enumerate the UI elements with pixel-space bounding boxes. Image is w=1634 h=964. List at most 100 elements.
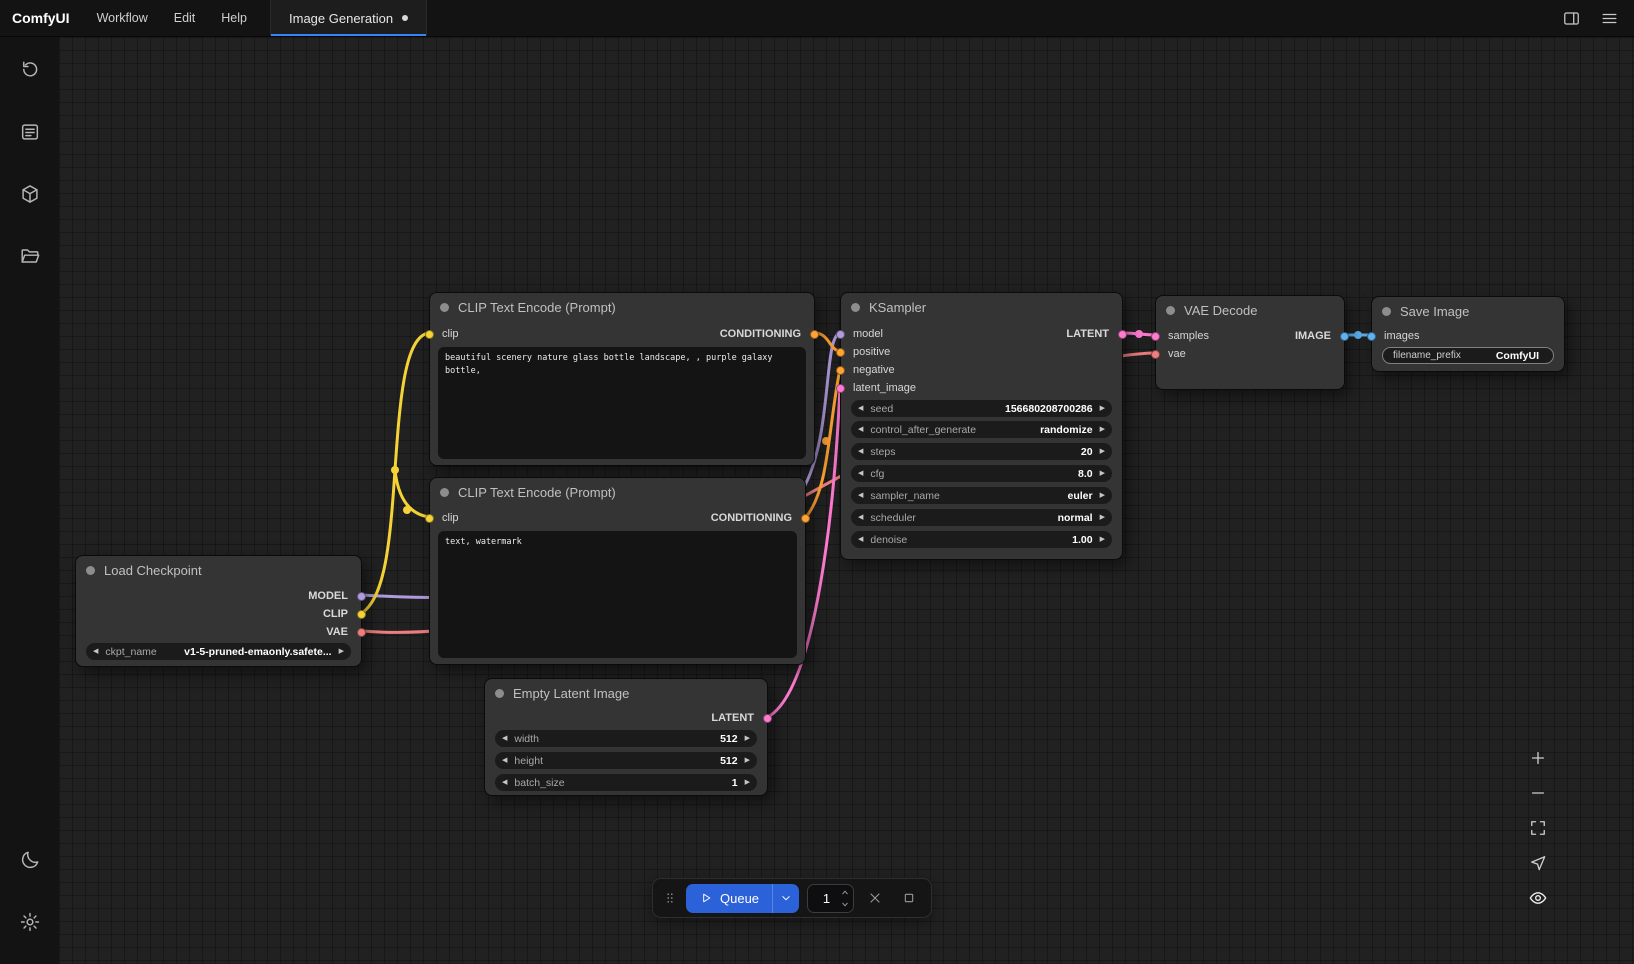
- node-title-bar[interactable]: Save Image: [1372, 297, 1564, 325]
- VAE-output-port[interactable]: [357, 628, 366, 637]
- clear-queue-button[interactable]: [862, 885, 888, 911]
- decrement-arrow-icon[interactable]: ◀: [858, 405, 863, 412]
- pan-mode-button[interactable]: [1523, 848, 1553, 878]
- model-library-button[interactable]: [12, 176, 48, 212]
- widget-sampler_name[interactable]: ◀sampler_nameeuler▶: [851, 487, 1112, 504]
- increment-arrow-icon[interactable]: ▶: [1100, 426, 1105, 433]
- link-clip-to-negative[interactable]: [395, 470, 429, 517]
- toggle-link-visibility-button[interactable]: [1523, 883, 1553, 913]
- link-midpoint-dot[interactable]: [403, 506, 411, 514]
- workflows-button[interactable]: [12, 238, 48, 274]
- widget-cfg[interactable]: ◀cfg8.0▶: [851, 465, 1112, 482]
- increment-icon[interactable]: [840, 888, 850, 897]
- node-title-bar[interactable]: CLIP Text Encode (Prompt): [430, 293, 814, 321]
- latent_image-input-port[interactable]: [836, 384, 845, 393]
- widget-steps[interactable]: ◀steps20▶: [851, 443, 1112, 460]
- decrement-arrow-icon[interactable]: ◀: [858, 470, 863, 477]
- collapse-dot-icon[interactable]: [1166, 306, 1175, 315]
- widget-seed[interactable]: ◀seed156680208700286▶: [851, 400, 1112, 417]
- increment-arrow-icon[interactable]: ▶: [1100, 470, 1105, 477]
- widget-denoise[interactable]: ◀denoise1.00▶: [851, 531, 1112, 548]
- menu-help[interactable]: Help: [208, 0, 260, 36]
- widget-filename_prefix[interactable]: filename_prefixComfyUI: [1382, 347, 1554, 364]
- tab-image-generation[interactable]: Image Generation: [270, 0, 427, 36]
- prompt-textarea[interactable]: text, watermark: [438, 531, 797, 658]
- widget-batch_size[interactable]: ◀batch_size1▶: [495, 774, 757, 791]
- batch-count-input[interactable]: 1: [807, 884, 854, 913]
- decrement-arrow-icon[interactable]: ◀: [93, 648, 98, 655]
- menu-workflow[interactable]: Workflow: [84, 0, 161, 36]
- CONDITIONING-output-port[interactable]: [810, 330, 819, 339]
- increment-arrow-icon[interactable]: ▶: [1100, 405, 1105, 412]
- IMAGE-output-port[interactable]: [1340, 332, 1349, 341]
- increment-arrow-icon[interactable]: ▶: [1100, 536, 1105, 543]
- increment-arrow-icon[interactable]: ▶: [745, 779, 750, 786]
- node-clip-text-encode-positive[interactable]: CLIP Text Encode (Prompt)clipCONDITIONIN…: [429, 292, 815, 466]
- widget-control_after_generate[interactable]: ◀control_after_generaterandomize▶: [851, 421, 1112, 438]
- widget-height[interactable]: ◀height512▶: [495, 752, 757, 769]
- decrement-arrow-icon[interactable]: ◀: [858, 492, 863, 499]
- increment-arrow-icon[interactable]: ▶: [745, 757, 750, 764]
- MODEL-output-port[interactable]: [357, 592, 366, 601]
- graph-canvas[interactable]: Load CheckpointMODELCLIPVAE◀ckpt_namev1-…: [59, 37, 1634, 964]
- node-empty-latent-image[interactable]: Empty Latent ImageLATENT◀width512▶◀heigh…: [484, 678, 768, 796]
- increment-arrow-icon[interactable]: ▶: [339, 648, 344, 655]
- decrement-arrow-icon[interactable]: ◀: [502, 779, 507, 786]
- theme-moon-button[interactable]: [12, 842, 48, 878]
- widget-width[interactable]: ◀width512▶: [495, 730, 757, 747]
- drag-handle-icon[interactable]: [662, 890, 678, 906]
- node-title-bar[interactable]: CLIP Text Encode (Prompt): [430, 478, 805, 506]
- stop-button[interactable]: [896, 885, 922, 911]
- comfyui-logo[interactable]: ComfyUI: [0, 0, 84, 36]
- node-load-checkpoint[interactable]: Load CheckpointMODELCLIPVAE◀ckpt_namev1-…: [75, 555, 362, 667]
- collapse-dot-icon[interactable]: [1382, 307, 1391, 316]
- negative-input-port[interactable]: [836, 366, 845, 375]
- zoom-out-button[interactable]: [1523, 778, 1553, 808]
- decrement-arrow-icon[interactable]: ◀: [502, 735, 507, 742]
- widget-scheduler[interactable]: ◀schedulernormal▶: [851, 509, 1112, 526]
- decrement-icon[interactable]: [840, 900, 850, 909]
- node-title-bar[interactable]: KSampler: [841, 293, 1122, 321]
- node-save-image[interactable]: Save Imageimagesfilename_prefixComfyUI: [1371, 296, 1565, 372]
- panel-right-button[interactable]: [1556, 4, 1586, 32]
- increment-arrow-icon[interactable]: ▶: [1100, 492, 1105, 499]
- node-vae-decode[interactable]: VAE DecodesamplesvaeIMAGE: [1155, 295, 1345, 390]
- decrement-arrow-icon[interactable]: ◀: [858, 448, 863, 455]
- prompt-textarea[interactable]: beautiful scenery nature glass bottle la…: [438, 347, 806, 459]
- menu-edit[interactable]: Edit: [161, 0, 209, 36]
- node-title-bar[interactable]: VAE Decode: [1156, 296, 1344, 324]
- vae-input-port[interactable]: [1151, 350, 1160, 359]
- queue-button[interactable]: [12, 114, 48, 150]
- decrement-arrow-icon[interactable]: ◀: [858, 426, 863, 433]
- images-input-port[interactable]: [1367, 332, 1376, 341]
- CLIP-output-port[interactable]: [357, 610, 366, 619]
- increment-arrow-icon[interactable]: ▶: [1100, 514, 1105, 521]
- positive-input-port[interactable]: [836, 348, 845, 357]
- queue-button[interactable]: Queue: [686, 884, 772, 913]
- node-title-bar[interactable]: Load Checkpoint: [76, 556, 361, 584]
- node-ksampler[interactable]: KSamplermodelpositivenegativelatent_imag…: [840, 292, 1123, 560]
- increment-arrow-icon[interactable]: ▶: [1100, 448, 1105, 455]
- link-midpoint-dot[interactable]: [1135, 330, 1143, 338]
- link-midpoint-dot[interactable]: [1354, 331, 1362, 339]
- decrement-arrow-icon[interactable]: ◀: [858, 536, 863, 543]
- decrement-arrow-icon[interactable]: ◀: [858, 514, 863, 521]
- collapse-dot-icon[interactable]: [86, 566, 95, 575]
- settings-gear-button[interactable]: [12, 904, 48, 940]
- widget-ckpt_name[interactable]: ◀ckpt_namev1-5-pruned-emaonly.safete...▶: [86, 643, 351, 660]
- collapse-dot-icon[interactable]: [851, 303, 860, 312]
- zoom-in-button[interactable]: [1523, 743, 1553, 773]
- collapse-dot-icon[interactable]: [440, 303, 449, 312]
- node-title-bar[interactable]: Empty Latent Image: [485, 679, 767, 707]
- CONDITIONING-output-port[interactable]: [801, 514, 810, 523]
- decrement-arrow-icon[interactable]: ◀: [502, 757, 507, 764]
- collapse-dot-icon[interactable]: [440, 488, 449, 497]
- menu-button[interactable]: [1594, 4, 1624, 32]
- increment-arrow-icon[interactable]: ▶: [745, 735, 750, 742]
- LATENT-output-port[interactable]: [1118, 330, 1127, 339]
- collapse-dot-icon[interactable]: [495, 689, 504, 698]
- fit-view-button[interactable]: [1523, 813, 1553, 843]
- link-midpoint-dot[interactable]: [822, 437, 830, 445]
- node-clip-text-encode-negative[interactable]: CLIP Text Encode (Prompt)clipCONDITIONIN…: [429, 477, 806, 665]
- LATENT-output-port[interactable]: [763, 714, 772, 723]
